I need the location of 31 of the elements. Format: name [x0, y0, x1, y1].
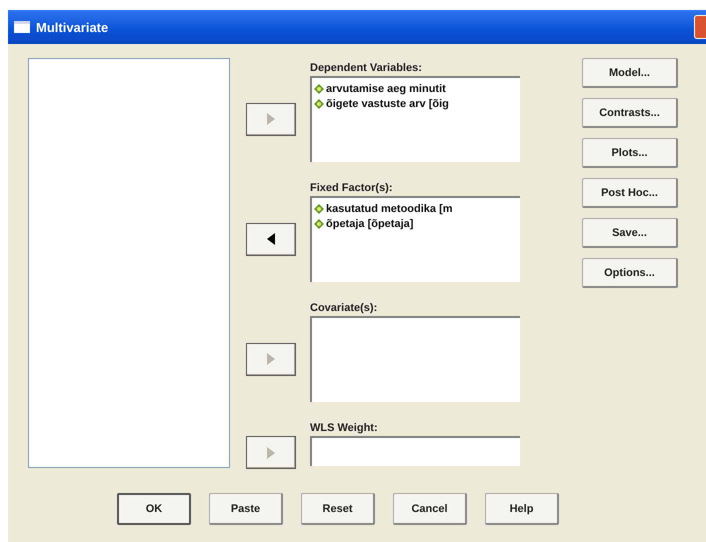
variable-icon — [314, 218, 324, 228]
group-label: Covariate(s): — [310, 301, 378, 316]
dialog-button[interactable]: Contrasts... — [582, 98, 678, 128]
group-label: Fixed Factor(s): — [310, 181, 394, 196]
list-item[interactable]: õigete vastuste arv [õig — [314, 96, 518, 111]
dialog-button[interactable]: Reset — [301, 493, 375, 525]
variable-icon — [314, 98, 324, 108]
dialog-button[interactable]: Help — [485, 493, 559, 525]
dialog-button[interactable]: Save... — [582, 218, 678, 248]
dialog-button[interactable]: Model... — [582, 58, 678, 88]
list-item[interactable]: arvutamise aeg minutit — [314, 81, 518, 96]
dialog-button[interactable]: Cancel — [393, 493, 467, 525]
dialog-button[interactable]: Post Hoc... — [582, 178, 678, 208]
close-button[interactable] — [694, 15, 706, 39]
group-label: Dependent Variables: — [310, 61, 423, 76]
dialog-button[interactable]: OK — [117, 493, 191, 525]
window-title: Multivariate — [36, 20, 108, 34]
variable-icon — [314, 84, 324, 94]
dialog-button[interactable]: Paste — [209, 493, 283, 525]
window-icon — [14, 21, 30, 33]
dialog-button[interactable]: Options... — [582, 258, 678, 288]
list-item[interactable]: kasutatud metoodika [m — [314, 201, 518, 216]
group-label: WLS Weight: — [310, 421, 379, 436]
variable-icon — [314, 204, 324, 214]
dialog-button[interactable]: Plots... — [582, 138, 678, 168]
input-field[interactable] — [310, 436, 520, 466]
variable-list[interactable] — [310, 316, 520, 402]
variable-list[interactable]: kasutatud metoodika [m õpetaja [õpetaja] — [310, 196, 520, 282]
list-item[interactable]: õpetaja [õpetaja] — [314, 216, 518, 231]
variable-list[interactable]: arvutamise aeg minutit õigete vastuste arv [õig — [310, 76, 520, 162]
move-button[interactable] — [246, 222, 296, 256]
